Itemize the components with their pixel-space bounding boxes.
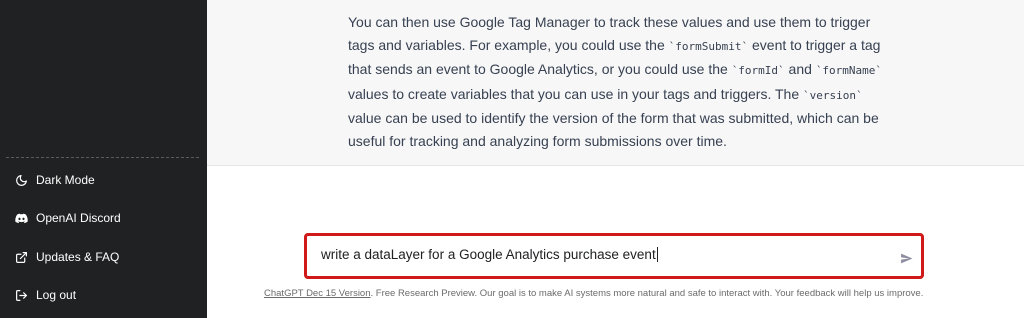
- sidebar-item-label: OpenAI Discord: [36, 211, 121, 225]
- logout-icon: [14, 288, 28, 302]
- sidebar-item-discord[interactable]: OpenAI Discord: [0, 200, 207, 236]
- sidebar-divider: [6, 157, 199, 158]
- sidebar-item-updates-faq[interactable]: Updates & FAQ: [0, 239, 207, 275]
- sidebar-item-log-out[interactable]: Log out: [0, 277, 207, 313]
- discord-icon: [14, 211, 28, 225]
- sidebar: Dark Mode OpenAI Discord Updates & FAQ L…: [0, 0, 207, 318]
- assistant-message: You can then use Google Tag Manager to t…: [207, 0, 1024, 166]
- message-text: values to create variables that you can …: [348, 85, 803, 102]
- sidebar-item-dark-mode[interactable]: Dark Mode: [0, 162, 207, 198]
- prompt-input-value: write a dataLayer for a Google Analytics…: [321, 247, 656, 262]
- version-link[interactable]: ChatGPT Dec 15 Version: [264, 288, 371, 299]
- sidebar-item-label: Log out: [36, 288, 77, 302]
- moon-icon: [14, 173, 28, 187]
- assistant-message-text: You can then use Google Tag Manager to t…: [348, 11, 888, 153]
- text-caret: [656, 247, 658, 262]
- inline-code: `version`: [803, 88, 863, 102]
- footer-disclaimer: ChatGPT Dec 15 Version. Free Research Pr…: [264, 288, 974, 299]
- inline-code: `formName`: [815, 64, 883, 78]
- footer-text: . Free Research Preview. Our goal is to …: [370, 288, 924, 299]
- external-link-icon: [14, 250, 28, 264]
- send-icon[interactable]: [900, 252, 914, 266]
- sidebar-item-label: Dark Mode: [36, 173, 95, 187]
- message-text: and: [784, 61, 816, 78]
- inline-code: `formId`: [731, 64, 785, 78]
- main-panel: You can then use Google Tag Manager to t…: [207, 0, 1024, 318]
- sidebar-item-label: Updates & FAQ: [36, 250, 120, 264]
- inline-code: `formSubmit`: [668, 39, 749, 53]
- prompt-input[interactable]: write a dataLayer for a Google Analytics…: [321, 247, 658, 262]
- message-text: value can be used to identify the versio…: [348, 110, 879, 149]
